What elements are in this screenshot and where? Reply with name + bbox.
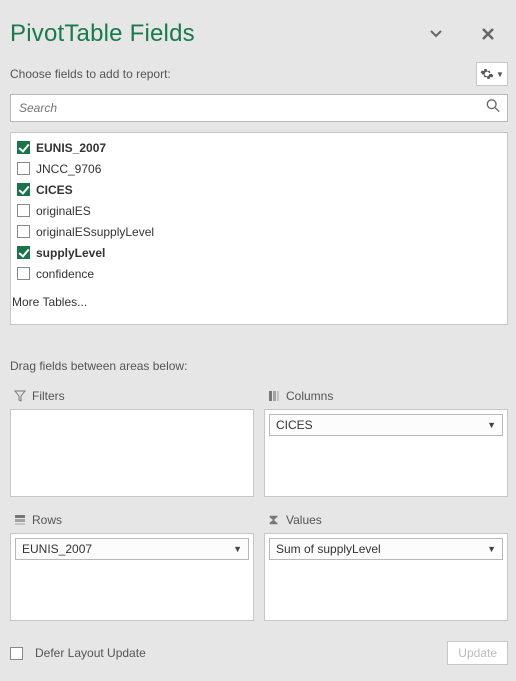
rows-icon <box>14 514 26 526</box>
filters-area[interactable]: Filters <box>10 383 254 497</box>
filter-icon <box>14 390 26 402</box>
search-icon <box>486 99 500 118</box>
rows-pill[interactable]: EUNIS_2007 ▼ <box>15 538 249 560</box>
rows-area-header: Rows <box>10 507 254 533</box>
drag-areas-label: Drag fields between areas below: <box>10 353 508 383</box>
columns-icon <box>268 390 280 402</box>
field-label: supplyLevel <box>36 246 105 260</box>
field-label: CICES <box>36 183 73 197</box>
field-label: JNCC_9706 <box>36 162 101 176</box>
checkbox-icon <box>17 162 30 175</box>
columns-pill[interactable]: CICES ▼ <box>269 414 503 436</box>
values-pill[interactable]: Sum of supplyLevel ▼ <box>269 538 503 560</box>
field-row-originalES[interactable]: originalES <box>17 200 501 221</box>
checkbox-icon <box>17 204 30 217</box>
more-tables-link[interactable]: More Tables... <box>10 291 508 309</box>
field-row-confidence[interactable]: confidence <box>17 263 501 284</box>
field-row-EUNIS_2007[interactable]: EUNIS_2007 <box>17 137 501 158</box>
checkbox-icon <box>17 225 30 238</box>
gear-icon <box>480 67 494 81</box>
checkbox-icon <box>10 647 23 660</box>
search-input[interactable] <box>10 94 508 122</box>
columns-area-header: Columns <box>264 383 508 409</box>
defer-layout-label: Defer Layout Update <box>35 646 146 660</box>
field-row-JNCC_9706[interactable]: JNCC_9706 <box>17 158 501 179</box>
columns-area[interactable]: Columns CICES ▼ <box>264 383 508 497</box>
checkbox-icon <box>17 246 30 259</box>
rows-area[interactable]: Rows EUNIS_2007 ▼ <box>10 507 254 621</box>
caret-down-icon: ▼ <box>487 420 496 430</box>
values-area[interactable]: Values Sum of supplyLevel ▼ <box>264 507 508 621</box>
checkbox-icon <box>17 183 30 196</box>
caret-down-icon: ▼ <box>487 544 496 554</box>
caret-down-icon: ▼ <box>496 70 504 79</box>
chevron-down-icon <box>430 30 442 38</box>
collapse-button[interactable] <box>424 22 448 46</box>
checkbox-icon <box>17 141 30 154</box>
pill-label: CICES <box>276 418 313 432</box>
field-label: originalESsupplyLevel <box>36 225 154 239</box>
field-row-CICES[interactable]: CICES <box>17 179 501 200</box>
values-area-header: Values <box>264 507 508 533</box>
pill-label: Sum of supplyLevel <box>276 542 381 556</box>
update-button: Update <box>447 641 508 665</box>
caret-down-icon: ▼ <box>233 544 242 554</box>
tools-dropdown-button[interactable]: ▼ <box>476 62 508 86</box>
field-label: originalES <box>36 204 91 218</box>
defer-layout-checkbox[interactable]: Defer Layout Update <box>10 646 146 660</box>
sigma-icon <box>268 514 280 526</box>
field-row-supplyLevel[interactable]: supplyLevel <box>17 242 501 263</box>
pane-title: PivotTable Fields <box>10 20 396 48</box>
field-label: EUNIS_2007 <box>36 141 106 155</box>
close-button[interactable] <box>476 22 500 46</box>
pill-label: EUNIS_2007 <box>22 542 92 556</box>
close-icon <box>481 27 495 41</box>
field-label: confidence <box>36 267 94 281</box>
choose-fields-label: Choose fields to add to report: <box>10 67 476 81</box>
filters-area-header: Filters <box>10 383 254 409</box>
field-row-originalESsupplyLevel[interactable]: originalESsupplyLevel <box>17 221 501 242</box>
checkbox-icon <box>17 267 30 280</box>
